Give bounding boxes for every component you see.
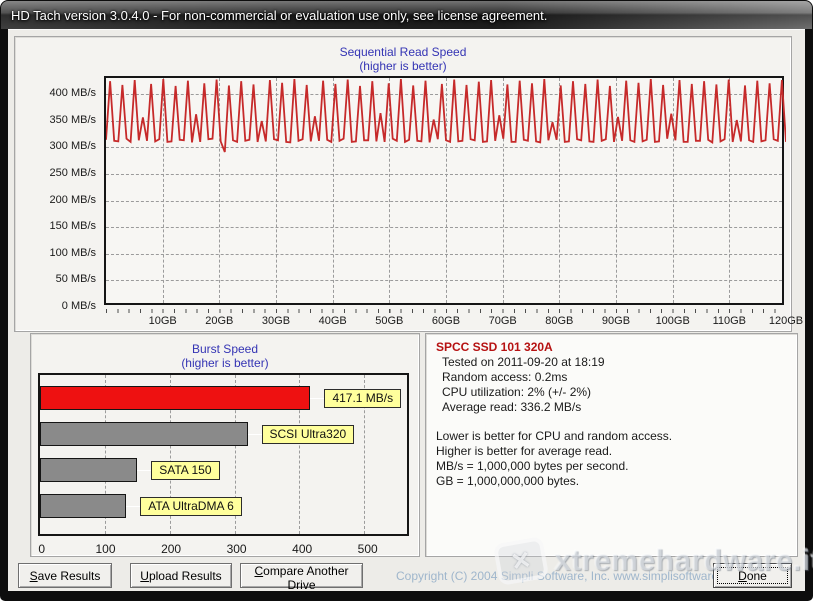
window-title: HD Tach version 3.0.4.0 - For non-commer… bbox=[1, 8, 547, 23]
note-line-1: Lower is better for CPU and random acces… bbox=[436, 429, 787, 444]
copyright-text: Copyright (C) 2004 Simpli Software, Inc.… bbox=[396, 569, 744, 583]
random-access-line: Random access: 0.2ms bbox=[436, 370, 787, 385]
burst-bar-label: SATA 150 bbox=[151, 461, 219, 480]
seq-x-tick-label: 50GB bbox=[375, 315, 403, 327]
burst-title-text: Burst Speed bbox=[31, 342, 419, 356]
seq-x-tick-label: 110GB bbox=[713, 315, 746, 327]
footer-bar: Save Results Upload Results Compare Anot… bbox=[8, 563, 805, 590]
seq-x-tick-label: 120GB bbox=[769, 315, 803, 327]
seq-line-svg bbox=[106, 78, 786, 307]
info-spacer bbox=[436, 415, 787, 429]
done-button[interactable]: Done bbox=[713, 563, 792, 588]
burst-bar bbox=[40, 494, 126, 518]
burst-bar bbox=[40, 386, 310, 410]
seq-x-tick-label: 40GB bbox=[319, 315, 347, 327]
drive-name: SPCC SSD 101 320A bbox=[436, 340, 787, 355]
burst-bar-row: ATA UltraDMA 6 bbox=[40, 494, 407, 518]
burst-x-tick-label: 300 bbox=[227, 542, 247, 556]
compare-another-drive-button[interactable]: Compare Another Drive bbox=[240, 563, 363, 588]
burst-plot-area: 417.1 MB/s SCSI Ultra320 SATA 150 ATA Ultra… bbox=[38, 373, 409, 536]
burst-chart-title: Burst Speed (higher is better) bbox=[31, 342, 419, 370]
burst-x-tick-label: 0 bbox=[38, 542, 45, 556]
burst-bar-connector bbox=[126, 506, 140, 507]
sequential-read-panel: Sequential Read Speed (higher is better)… bbox=[14, 36, 792, 332]
seq-x-tick-label: 70GB bbox=[489, 315, 517, 327]
note-line-2: Higher is better for average read. bbox=[436, 444, 787, 459]
seq-x-tick-label: 80GB bbox=[545, 315, 573, 327]
note-line-4: GB = 1,000,000,000 bytes. bbox=[436, 474, 787, 489]
seq-y-tick-label: 350 MB/s bbox=[50, 114, 96, 126]
average-read-line: Average read: 336.2 MB/s bbox=[436, 400, 787, 415]
burst-x-tick-label: 500 bbox=[358, 542, 378, 556]
burst-x-axis-labels: 0 100 200 300 400 500 bbox=[40, 542, 420, 556]
burst-bar-row: 417.1 MB/s bbox=[40, 386, 407, 410]
seq-y-tick-label: 150 MB/s bbox=[50, 220, 96, 232]
done-label: Done bbox=[738, 569, 767, 583]
drive-info-panel: SPCC SSD 101 320A Tested on 2011-09-20 a… bbox=[425, 333, 798, 557]
seq-x-tick-label: 10GB bbox=[149, 315, 177, 327]
burst-speed-panel: Burst Speed (higher is better) 417.1 MB/… bbox=[30, 333, 420, 557]
seq-x-tick-label: 20GB bbox=[205, 315, 233, 327]
burst-bar bbox=[40, 458, 137, 482]
burst-x-tick-label: 200 bbox=[161, 542, 181, 556]
seq-x-tick-label: 100GB bbox=[656, 315, 690, 327]
burst-bar-connector bbox=[248, 434, 262, 435]
save-results-button[interactable]: Save Results bbox=[18, 563, 112, 588]
burst-bar-label: ATA UltraDMA 6 bbox=[140, 497, 242, 516]
seq-x-tick-label: 30GB bbox=[262, 315, 290, 327]
burst-x-tick-label: 100 bbox=[95, 542, 115, 556]
seq-x-minor-ticks bbox=[106, 309, 786, 313]
seq-read-speed-line bbox=[106, 79, 786, 152]
seq-plot-area bbox=[104, 76, 784, 305]
seq-y-tick-label: 400 MB/s bbox=[50, 87, 96, 99]
cpu-utilization-line: CPU utilization: 2% (+/- 2%) bbox=[436, 385, 787, 400]
seq-y-tick-label: 50 MB/s bbox=[56, 273, 96, 285]
seq-y-axis-labels: 0 MB/s 50 MB/s 100 MB/s 150 MB/s 200 MB/s 250… bbox=[15, 37, 99, 331]
upload-results-label: Upload Results bbox=[140, 569, 221, 583]
seq-x-tick-label: 90GB bbox=[602, 315, 630, 327]
burst-bar bbox=[40, 422, 248, 446]
seq-x-axis-labels: 10GB 20GB 30GB 40GB 50GB 60GB 70GB 80GB 90GB 100G… bbox=[106, 315, 806, 329]
burst-bar-row: SCSI Ultra320 bbox=[40, 422, 407, 446]
burst-bar-label: SCSI Ultra320 bbox=[262, 425, 355, 444]
compare-another-drive-label: Compare Another Drive bbox=[241, 564, 362, 592]
seq-y-tick-label: 100 MB/s bbox=[50, 247, 96, 259]
burst-x-tick-label: 400 bbox=[292, 542, 312, 556]
burst-bar-row: SATA 150 bbox=[40, 458, 407, 482]
seq-y-tick-label: 0 MB/s bbox=[62, 300, 96, 312]
burst-subtitle-text: (higher is better) bbox=[31, 356, 419, 370]
seq-y-tick-label: 300 MB/s bbox=[50, 140, 96, 152]
burst-bar-connector bbox=[137, 470, 151, 471]
sequential-subtitle-text: (higher is better) bbox=[15, 59, 791, 73]
client-area: Sequential Read Speed (higher is better)… bbox=[8, 29, 805, 591]
tested-on-line: Tested on 2011-09-20 at 18:19 bbox=[436, 355, 787, 370]
sequential-chart-title: Sequential Read Speed (higher is better) bbox=[15, 45, 791, 73]
seq-y-tick-label: 250 MB/s bbox=[50, 167, 96, 179]
burst-bar-connector bbox=[310, 398, 324, 399]
upload-results-button[interactable]: Upload Results bbox=[130, 563, 232, 588]
seq-y-tick-label: 200 MB/s bbox=[50, 194, 96, 206]
seq-x-tick-label: 60GB bbox=[432, 315, 460, 327]
title-bar[interactable]: HD Tach version 3.0.4.0 - For non-commer… bbox=[1, 1, 812, 29]
burst-bar-label: 417.1 MB/s bbox=[324, 389, 401, 408]
save-results-label: Save Results bbox=[30, 569, 101, 583]
app-window: HD Tach version 3.0.4.0 - For non-commer… bbox=[0, 0, 813, 601]
sequential-title-text: Sequential Read Speed bbox=[15, 45, 791, 59]
note-line-3: MB/s = 1,000,000 bytes per second. bbox=[436, 459, 787, 474]
